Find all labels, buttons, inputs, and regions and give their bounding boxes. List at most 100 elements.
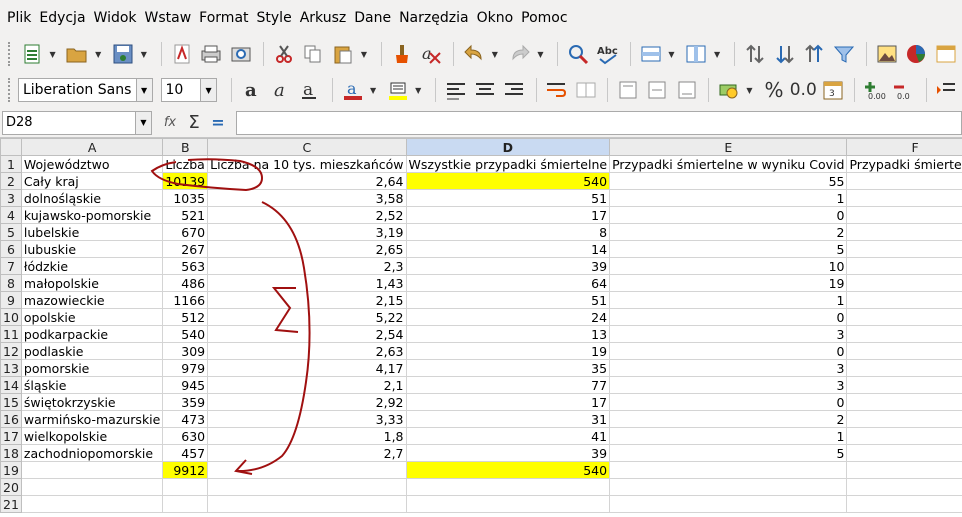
cell-a[interactable]: podkarpackie — [20, 325, 164, 343]
cell-f[interactable] — [846, 461, 962, 479]
cell-e[interactable]: 2 — [609, 410, 848, 428]
cell-b[interactable]: 945 — [162, 376, 209, 394]
cell-a[interactable] — [20, 478, 164, 496]
chevron-down-icon[interactable]: ▼ — [135, 79, 152, 101]
undo-dropdown-icon[interactable]: ▼ — [490, 40, 500, 68]
cell-b[interactable]: Liczba — [162, 155, 209, 173]
open-folder-icon[interactable] — [64, 40, 92, 68]
cell-f[interactable] — [846, 410, 962, 428]
cell-e[interactable]: 2 — [609, 223, 848, 241]
spreadsheet-grid[interactable]: A B C D E F 1 Województwo Liczba Liczba na … — [0, 138, 962, 517]
cell-c[interactable] — [207, 478, 407, 496]
cell-e[interactable]: 55 — [609, 172, 848, 190]
cell-d[interactable]: 24 — [405, 308, 611, 326]
cell-a[interactable]: pomorskie — [20, 359, 164, 377]
insert-chart-icon[interactable] — [902, 40, 930, 68]
wrap-text-icon[interactable] — [543, 76, 570, 104]
cell-e[interactable]: 0 — [609, 206, 848, 224]
cell-d[interactable]: 540 — [405, 172, 611, 190]
cell-b[interactable]: 979 — [162, 359, 209, 377]
cell-d[interactable]: 39 — [405, 444, 611, 462]
save-icon[interactable] — [109, 40, 137, 68]
cell-b[interactable]: 486 — [162, 274, 209, 292]
font-name-combo[interactable]: Liberation Sans ▼ — [17, 78, 153, 102]
cell-b[interactable]: 473 — [162, 410, 209, 428]
align-middle-icon[interactable] — [644, 76, 671, 104]
cell-b[interactable]: 457 — [162, 444, 209, 462]
cell-a[interactable]: Cały kraj — [20, 172, 164, 190]
cell-d[interactable]: 17 — [405, 206, 611, 224]
cell-c[interactable]: 2,54 — [207, 325, 407, 343]
cell-f[interactable] — [846, 393, 962, 411]
insert-image-icon[interactable] — [873, 40, 901, 68]
cell-b[interactable]: 267 — [162, 240, 209, 258]
cell-a[interactable]: śląskie — [20, 376, 164, 394]
row-header[interactable]: 6 — [0, 240, 22, 258]
cell-e[interactable]: 10 — [609, 257, 848, 275]
row-header[interactable]: 13 — [0, 359, 22, 377]
cell-f[interactable] — [846, 257, 962, 275]
open-dropdown-icon[interactable]: ▼ — [93, 40, 103, 68]
cell-f[interactable] — [846, 325, 962, 343]
row-header[interactable]: 5 — [0, 223, 22, 241]
save-dropdown-icon[interactable]: ▼ — [139, 40, 149, 68]
cell-b[interactable] — [162, 478, 209, 496]
cell-f[interactable] — [846, 172, 962, 190]
align-top-icon[interactable] — [614, 76, 641, 104]
menu-edycja[interactable]: Edycja — [35, 8, 89, 28]
column-dropdown-icon[interactable]: ▼ — [712, 40, 722, 68]
menu-plik[interactable]: Plik — [3, 8, 35, 28]
cell-f[interactable] — [846, 189, 962, 207]
cell-d[interactable]: 540 — [405, 461, 611, 479]
cell-b[interactable]: 670 — [162, 223, 209, 241]
row-header[interactable]: 8 — [0, 274, 22, 292]
menu-pomoc[interactable]: Pomoc — [517, 8, 571, 28]
export-pdf-icon[interactable] — [168, 40, 196, 68]
cell-e[interactable]: 1 — [609, 189, 848, 207]
cell-e[interactable] — [609, 461, 848, 479]
cell-b[interactable] — [162, 495, 209, 513]
cell-b[interactable]: 359 — [162, 393, 209, 411]
menu-widok[interactable]: Widok — [90, 8, 141, 28]
decimal-format-icon[interactable]: 0.0 — [790, 76, 817, 104]
autofilter-icon[interactable] — [830, 40, 858, 68]
cell-a[interactable]: lubelskie — [20, 223, 164, 241]
undo-icon[interactable] — [460, 40, 488, 68]
redo-dropdown-icon[interactable]: ▼ — [536, 40, 546, 68]
cell-b[interactable]: 309 — [162, 342, 209, 360]
cell-f[interactable] — [846, 495, 962, 513]
cell-d[interactable]: 51 — [405, 291, 611, 309]
cell-a[interactable] — [20, 461, 164, 479]
cell-a[interactable]: zachodniopomorskie — [20, 444, 164, 462]
sort-ascending-icon[interactable] — [771, 40, 799, 68]
cell-b[interactable]: 540 — [162, 325, 209, 343]
column-header-f[interactable]: F — [846, 138, 962, 156]
cell-e[interactable]: Przypadki śmiertelne w wyniku Covid — [609, 155, 848, 173]
cell-a[interactable]: podlaskie — [20, 342, 164, 360]
row-header[interactable]: 16 — [0, 410, 22, 428]
cell-e[interactable] — [609, 495, 848, 513]
cell-c[interactable]: 2,64 — [207, 172, 407, 190]
cell-d[interactable]: 41 — [405, 427, 611, 445]
cell-f[interactable] — [846, 274, 962, 292]
increase-indent-icon[interactable] — [933, 76, 960, 104]
date-format-icon[interactable]: 3 — [819, 76, 846, 104]
name-box[interactable]: D28 ▼ — [2, 110, 152, 135]
cell-f[interactable] — [846, 342, 962, 360]
font-size-combo[interactable]: 10 ▼ — [160, 78, 218, 102]
cell-e[interactable]: 0 — [609, 308, 848, 326]
toolbar-grip[interactable] — [8, 42, 12, 66]
font-color-dropdown-icon[interactable]: ▼ — [368, 76, 378, 104]
merge-cells-icon[interactable] — [572, 76, 599, 104]
cell-a[interactable]: lubuskie — [20, 240, 164, 258]
cell-c[interactable]: 3,33 — [207, 410, 407, 428]
row-header[interactable]: 7 — [0, 257, 22, 275]
clear-formatting-icon[interactable]: a — [418, 40, 446, 68]
row-icon[interactable] — [637, 40, 665, 68]
cell-c[interactable]: 2,52 — [207, 206, 407, 224]
cell-f[interactable] — [846, 240, 962, 258]
cell-b[interactable]: 521 — [162, 206, 209, 224]
cell-c[interactable]: 2,63 — [207, 342, 407, 360]
column-icon[interactable] — [682, 40, 710, 68]
align-right-icon[interactable] — [501, 76, 528, 104]
